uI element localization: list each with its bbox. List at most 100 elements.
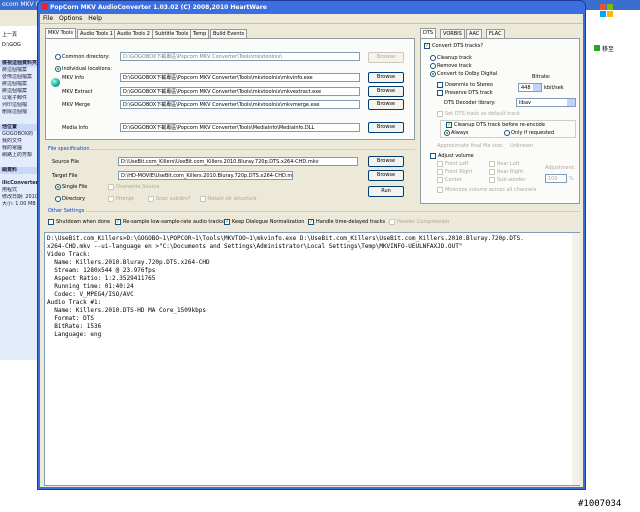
media-info-label: Media Info xyxy=(62,125,89,131)
subwoofer-checkbox[interactable] xyxy=(489,177,495,183)
directory-label: Directory xyxy=(62,196,86,202)
overwrite-source-label: Overwrite Source xyxy=(116,184,160,190)
side-item: 細資料 xyxy=(0,167,40,174)
single-file-radio[interactable] xyxy=(55,184,61,190)
only-if-requested-radio[interactable] xyxy=(504,130,510,136)
go-button[interactable]: 移至 xyxy=(594,44,614,53)
prompt-checkbox[interactable] xyxy=(108,196,114,202)
cleanup-track-radio[interactable] xyxy=(430,55,436,61)
handle-delay-checkbox[interactable]: ✓ xyxy=(308,219,314,225)
background-toolbar: 上一頁 xyxy=(0,10,40,38)
menu-file[interactable]: File xyxy=(40,14,56,24)
menu-help[interactable]: Help xyxy=(85,14,105,24)
mkv-merge-browse-button[interactable]: Browse xyxy=(368,99,404,110)
media-info-browse-button[interactable]: Browse xyxy=(368,122,404,133)
side-item[interactable]: 網路上的芳鄰 xyxy=(0,152,40,159)
dts-decoder-select[interactable]: libav xyxy=(516,98,576,107)
side-item[interactable]: 將這個檔案 xyxy=(0,67,40,74)
convert-dts-checkbox[interactable]: ✓ xyxy=(424,43,430,49)
tab-audio-tools-1[interactable]: Audio Tools 1 xyxy=(77,29,116,38)
minimize-volume-checkbox[interactable] xyxy=(437,187,443,193)
console-line: D:\UseBit.com_Killers>D:\GOGOBO~1\POPCOR… xyxy=(47,235,524,242)
scan-subdirs-checkbox[interactable] xyxy=(148,196,154,202)
remove-track-label: Remove track xyxy=(437,63,472,69)
source-file-browse-button[interactable]: Browse xyxy=(368,156,404,167)
side-item[interactable]: 發佈這個檔案 xyxy=(0,74,40,81)
source-file-field[interactable]: D:\UseBit.com_Killers\UseBit.com_Killers… xyxy=(118,157,358,166)
run-button[interactable]: Run xyxy=(368,186,404,197)
side-item: 修改日期: 2010年 xyxy=(2,194,40,200)
bitrate-label: Bitrate: xyxy=(532,74,551,80)
tab-temp[interactable]: Temp xyxy=(190,29,210,38)
window-title: PopCorn MKV AudioConverter 1.03.02 (C) 2… xyxy=(50,4,267,11)
target-file-field[interactable]: D:\HD-MOVIE\UseBit.com_Killers.2010.Blur… xyxy=(118,171,293,180)
side-item[interactable]: 我的文件 xyxy=(0,138,40,145)
side-item[interactable]: 將這個檔案 xyxy=(0,81,40,88)
resample-checkbox[interactable]: ✓ xyxy=(115,219,121,225)
front-left-checkbox[interactable] xyxy=(437,161,443,167)
set-default-checkbox[interactable] xyxy=(437,111,443,117)
common-directory-radio[interactable] xyxy=(55,54,61,60)
side-item[interactable]: 刪除這個檔 xyxy=(0,109,40,116)
always-radio[interactable] xyxy=(444,130,450,136)
preserve-dts-checkbox[interactable] xyxy=(437,90,443,96)
tab-audio-tools-2[interactable]: Audio Tools 2 xyxy=(114,29,153,38)
side-item[interactable]: 將這個檔案 xyxy=(0,88,40,95)
cleanup-reencode-checkbox[interactable]: ✓ xyxy=(446,122,452,128)
header-compression-checkbox[interactable] xyxy=(389,219,395,225)
downmix-checkbox[interactable] xyxy=(437,82,443,88)
keep-dialogue-checkbox[interactable]: ✓ xyxy=(224,219,230,225)
tab-mkv-tools[interactable]: MKV Tools xyxy=(45,28,76,38)
remove-track-radio[interactable] xyxy=(430,63,436,69)
header-compression-label: Header Compression xyxy=(397,219,450,225)
mkv-extract-label: MKV Extract xyxy=(62,89,93,95)
tab-vorbis[interactable]: VORBIS xyxy=(440,29,465,38)
tab-flac[interactable]: FLAC xyxy=(486,29,505,38)
rear-left-checkbox[interactable] xyxy=(489,161,495,167)
shutdown-checkbox[interactable] xyxy=(48,219,54,225)
directory-radio[interactable] xyxy=(55,196,61,202)
console-scrollbar[interactable] xyxy=(572,233,580,485)
side-item[interactable]: 以電子郵件 xyxy=(0,95,40,102)
file-specification-title: File specification xyxy=(48,146,90,152)
convert-dolby-radio[interactable] xyxy=(430,71,436,77)
background-sidebar: 檢視這個資料夾 將這個檔案 發佈這個檔案 將這個檔案 將這個檔案 以電子郵件 列… xyxy=(0,60,40,360)
rear-right-checkbox[interactable] xyxy=(489,169,495,175)
individual-locations-radio[interactable] xyxy=(55,66,61,72)
tab-dts[interactable]: DTS xyxy=(420,28,437,38)
media-info-field[interactable]: D:\GOGOBOX下載專區\Popcorn MKV Converter\Too… xyxy=(120,123,360,132)
adjustment-field[interactable]: 100 xyxy=(545,174,567,183)
single-file-label: Single File xyxy=(62,184,88,190)
side-item[interactable]: GOGOBOX的 xyxy=(0,131,40,138)
console-line: Aspect Ratio: 1:2.3529411765 xyxy=(47,275,156,282)
common-directory-field[interactable]: D:\GOGOBOX下載專區\Popcorn MKV Converter\Too… xyxy=(120,52,360,61)
side-item[interactable]: 我的電腦 xyxy=(0,145,40,152)
mkv-info-field[interactable]: D:\GOGOBOX下載專區\Popcorn MKV Converter\Too… xyxy=(120,73,360,82)
retain-dir-checkbox[interactable] xyxy=(200,196,206,202)
tab-aac[interactable]: AAC xyxy=(466,29,483,38)
console-output[interactable]: D:\UseBit.com_Killers>D:\GOGOBO~1\POPCOR… xyxy=(44,232,580,486)
console-line: Language: eng xyxy=(47,331,102,338)
bitrate-select[interactable]: 448 xyxy=(518,83,542,92)
mkv-merge-field[interactable]: D:\GOGOBOX下載專區\Popcorn MKV Converter\Too… xyxy=(120,100,360,109)
cleanup-track-label: Cleanup track xyxy=(437,55,472,61)
target-file-browse-button[interactable]: Browse xyxy=(368,170,404,181)
mkv-extract-field[interactable]: D:\GOGOBOX下載專區\Popcorn MKV Converter\Too… xyxy=(120,87,360,96)
mkv-extract-browse-button[interactable]: Browse xyxy=(368,86,404,97)
mkv-info-browse-button[interactable]: Browse xyxy=(368,72,404,83)
front-right-checkbox[interactable] xyxy=(437,169,443,175)
common-directory-browse-button[interactable]: Browse xyxy=(368,52,404,63)
side-item: 他位置 xyxy=(0,124,40,131)
adjust-volume-checkbox[interactable] xyxy=(430,153,436,159)
side-item[interactable]: 列印這個檔 xyxy=(0,102,40,109)
center-checkbox[interactable] xyxy=(437,177,443,183)
menu-options[interactable]: Options xyxy=(56,14,85,24)
side-item[interactable]: 檢視這個資料夾 xyxy=(0,60,40,67)
back-button[interactable]: 上一頁 xyxy=(2,31,17,38)
tab-build-events[interactable]: Build Events xyxy=(210,29,248,38)
console-line: Format: DTS xyxy=(47,315,94,322)
tab-subtitle-tools[interactable]: Subtitle Tools xyxy=(152,29,192,38)
prompt-label: Prompt xyxy=(116,196,134,202)
mkv-info-label: MKV Info xyxy=(62,75,85,81)
overwrite-source-checkbox[interactable] xyxy=(108,184,114,190)
